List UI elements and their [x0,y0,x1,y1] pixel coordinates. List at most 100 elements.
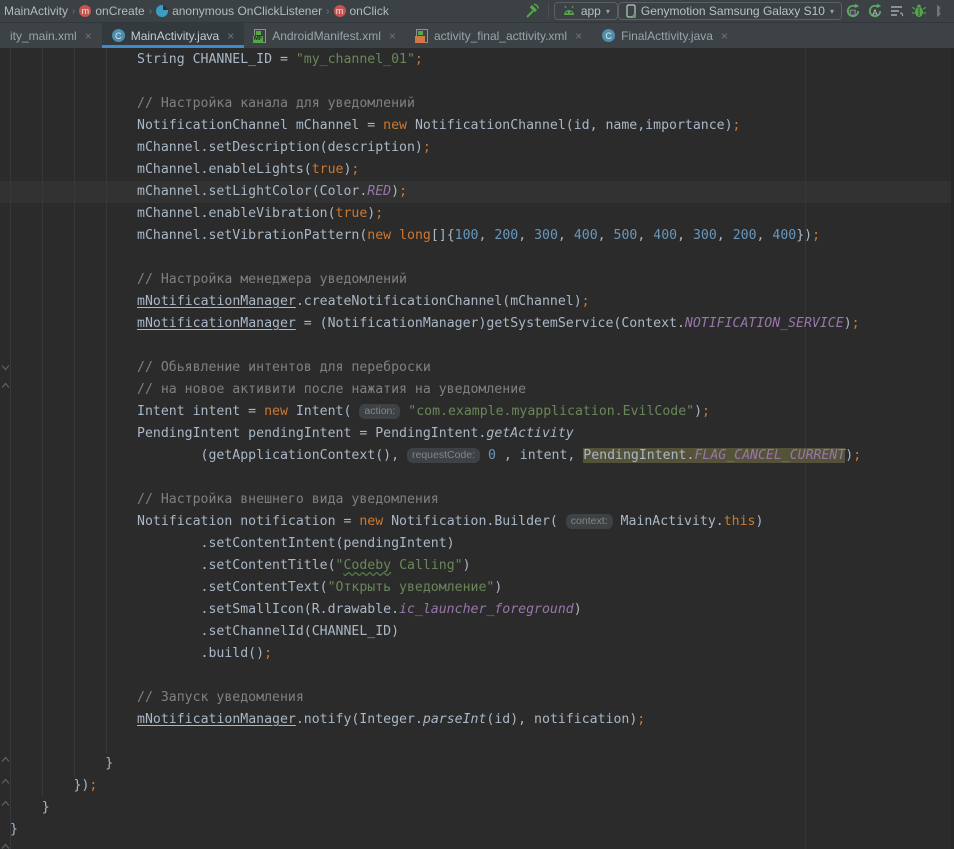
code-line[interactable]: // Настройка внешнего вида уведомления [10,489,954,511]
code-token [10,294,137,309]
code-token: getActivity [486,426,573,441]
code-token [10,712,137,727]
ide-window: MainActivity › m onCreate › anonymous On… [0,0,954,849]
code-token: mChannel.setDescription(description) [10,140,423,155]
tab-mainactivity-java[interactable]: C MainActivity.java × [102,23,245,48]
code-line[interactable]: .setContentTitle("Codeby Calling") [10,555,954,577]
fold-end-icon[interactable] [1,778,10,785]
code-line[interactable]: mNotificationManager.createNotificationC… [10,291,954,313]
code-token: } [10,822,18,837]
code-token: , [757,228,773,243]
code-line[interactable]: Intent intent = new Intent( action: "com… [10,401,954,423]
close-icon[interactable]: × [387,29,396,43]
apply-code-changes-icon[interactable]: A [867,3,883,19]
code-line[interactable]: // Настройка менеджера уведомлений [10,269,954,291]
breadcrumb-class[interactable]: MainActivity [2,4,70,18]
code-token: ; [351,162,359,177]
code-token: ; [399,184,407,199]
fold-collapse-icon[interactable] [1,364,10,371]
run-configuration-select[interactable]: app ▾ [554,2,618,20]
close-icon[interactable]: × [225,29,234,43]
code-token: parseInt [423,712,487,727]
tab-finalacttivity-java[interactable]: C FinalActtivity.java × [592,23,738,48]
breadcrumb-label: anonymous OnClickListener [172,4,322,18]
code-token: 300 [534,228,558,243]
code-line[interactable]: }); [10,775,954,797]
code-token: 400 [772,228,796,243]
fold-end-icon[interactable] [1,756,10,763]
code-line[interactable]: } [10,819,954,841]
code-area[interactable]: String CHANNEL_ID = "my_channel_01"; // … [10,49,954,841]
code-token: mNotificationManager [137,316,296,331]
code-line[interactable]: .setContentIntent(pendingIntent) [10,533,954,555]
breadcrumb-oncreate[interactable]: m onCreate [77,4,146,18]
code-line[interactable]: .setContentText("Открыть уведомление") [10,577,954,599]
code-token: Notification notification = [10,514,359,529]
code-line[interactable]: .setSmallIcon(R.drawable.ic_launcher_for… [10,599,954,621]
code-token: mNotificationManager [137,712,296,727]
code-editor[interactable]: String CHANNEL_ID = "my_channel_01"; // … [0,48,954,849]
code-line[interactable] [10,665,954,687]
profile-icon[interactable] [933,3,949,19]
code-token: "Открыть уведомление" [328,580,495,595]
code-line[interactable]: NotificationChannel mChannel = new Notif… [10,115,954,137]
tab-activity-main-xml[interactable]: ity_main.xml × [0,23,102,48]
profiler-icon[interactable] [889,3,905,19]
code-token: // Запуск уведомления [10,690,304,705]
breadcrumb-anonymous-class[interactable]: anonymous OnClickListener [154,4,324,18]
code-line[interactable] [10,71,954,93]
code-token: Codeby [343,558,391,573]
code-line[interactable] [10,247,954,269]
svg-text:A: A [872,9,878,18]
code-line[interactable] [10,467,954,489]
code-line[interactable]: .setChannelId(CHANNEL_ID) [10,621,954,643]
code-token: 0 [488,448,496,463]
code-line[interactable] [10,335,954,357]
code-line[interactable]: mChannel.setLightColor(Color.RED); [10,181,954,203]
code-line[interactable]: // на новое активити после нажатия на ув… [10,379,954,401]
code-token: , [598,228,614,243]
code-line[interactable]: // Обьявление интентов для переброски [10,357,954,379]
close-icon[interactable]: × [719,29,728,43]
code-token: 500 [614,228,638,243]
code-token: new [359,514,383,529]
code-line[interactable]: .build(); [10,643,954,665]
code-token: ; [423,140,431,155]
code-token: mChannel.setVibrationPattern( [10,228,367,243]
code-line[interactable]: // Запуск уведомления [10,687,954,709]
tab-label: activity_final_acttivity.xml [434,29,567,43]
code-token: new [383,118,407,133]
code-token: , [677,228,693,243]
code-token: .notify(Integer. [296,712,423,727]
code-line[interactable]: String CHANNEL_ID = "my_channel_01"; [10,49,954,71]
code-line[interactable]: mNotificationManager = (NotificationMana… [10,313,954,335]
inlay-hint: requestCode: [407,448,480,463]
code-line[interactable]: } [10,797,954,819]
code-line[interactable]: mChannel.enableVibration(true); [10,203,954,225]
fold-expand-icon[interactable] [1,382,10,389]
tab-androidmanifest-xml[interactable]: MF AndroidManifest.xml × [244,23,406,48]
device-select[interactable]: Genymotion Samsung Galaxy S10▾ [618,2,842,20]
code-line[interactable]: mChannel.enableLights(true); [10,159,954,181]
code-line[interactable]: } [10,753,954,775]
fold-end-icon[interactable] [1,800,10,807]
code-line[interactable]: // Настройка канала для уведомлений [10,93,954,115]
close-icon[interactable]: × [83,29,92,43]
code-line[interactable]: mChannel.setDescription(description); [10,137,954,159]
tab-activity-final-acttivity-xml[interactable]: activity_final_acttivity.xml × [406,23,592,48]
breadcrumb-onclick[interactable]: m onClick [332,4,391,18]
code-token: .build() [10,646,264,661]
code-line[interactable]: mChannel.setVibrationPattern(new long[]{… [10,225,954,247]
code-line[interactable]: PendingIntent pendingIntent = PendingInt… [10,423,954,445]
fold-end-icon[interactable] [1,843,10,849]
hammer-icon[interactable] [524,3,540,19]
code-line[interactable]: Notification notification = new Notifica… [10,511,954,533]
editor-tab-bar: ity_main.xml × C MainActivity.java × MF … [0,22,954,48]
code-line[interactable]: mNotificationManager.notify(Integer.pars… [10,709,954,731]
code-line[interactable]: (getApplicationContext(), requestCode: 0… [10,445,954,467]
code-token: NotificationChannel mChannel = [10,118,383,133]
code-line[interactable] [10,731,954,753]
debug-icon[interactable] [911,3,927,19]
close-icon[interactable]: × [573,29,582,43]
rerun-icon[interactable] [845,3,861,19]
